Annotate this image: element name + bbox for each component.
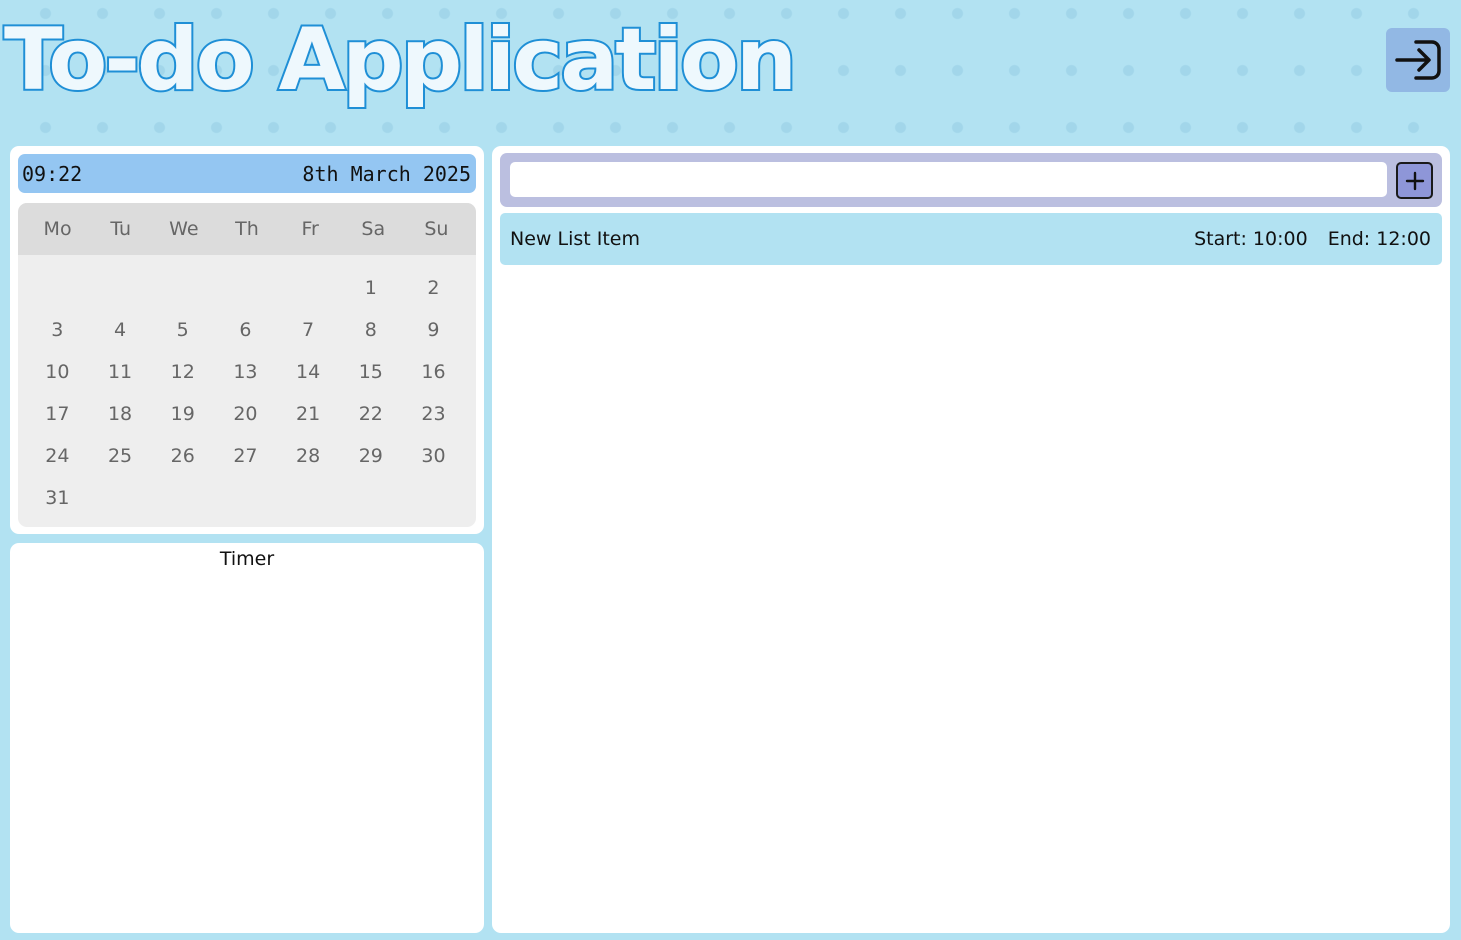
calendar-day[interactable]: 24 (26, 435, 89, 477)
calendar-day[interactable]: 6 (214, 309, 277, 351)
calendar-day[interactable]: 26 (151, 435, 214, 477)
weekday-label: Th (235, 218, 259, 240)
calendar-weekday-header: Mo Tu We Th Fr Sa Su (18, 203, 476, 255)
plus-icon (1405, 171, 1424, 190)
calendar-day[interactable]: 31 (26, 477, 89, 519)
add-item-bar (500, 153, 1442, 207)
calendar-day[interactable]: 13 (214, 351, 277, 393)
calendar-day[interactable]: 16 (402, 351, 465, 393)
calendar-day[interactable]: 20 (214, 393, 277, 435)
calendar-panel: 09:22 8th March 2025 Mo Tu We Th Fr Sa S… (10, 146, 484, 534)
calendar-day[interactable]: 25 (89, 435, 152, 477)
datetime-bar: 09:22 8th March 2025 (18, 154, 476, 193)
calendar-day[interactable]: 12 (151, 351, 214, 393)
calendar-day-grid: 1 2 3 4 5 6 7 8 9 10 11 12 13 14 15 16 17 18 19 20 21 22 23 24 2… (18, 255, 476, 519)
calendar-empty-cell (26, 267, 89, 309)
timer-panel: Timer (10, 543, 484, 933)
calendar-day[interactable]: 11 (89, 351, 152, 393)
weekday-label: Su (424, 218, 449, 240)
calendar-day[interactable]: 5 (151, 309, 214, 351)
calendar-day[interactable]: 3 (26, 309, 89, 351)
calendar-day[interactable]: 10 (26, 351, 89, 393)
calendar-day[interactable]: 28 (277, 435, 340, 477)
todo-list-item[interactable]: New List Item Start: 10:00 End: 12:00 (500, 213, 1442, 265)
calendar-empty-cell (214, 267, 277, 309)
calendar-day[interactable]: 8 (339, 309, 402, 351)
calendar-day[interactable]: 23 (402, 393, 465, 435)
weekday-label: Mo (43, 218, 72, 240)
calendar-day[interactable]: 17 (26, 393, 89, 435)
todo-item-end: End: 12:00 (1327, 228, 1431, 250)
logout-icon (1395, 40, 1441, 80)
calendar-day[interactable]: 22 (339, 393, 402, 435)
weekday-label: Tu (110, 218, 132, 240)
current-date: 8th March 2025 (302, 161, 471, 186)
calendar-day[interactable]: 18 (89, 393, 152, 435)
calendar: Mo Tu We Th Fr Sa Su 1 2 3 4 5 6 7 8 9 10 11 12 13 14… (18, 203, 476, 527)
weekday-label: Fr (301, 218, 319, 240)
timer-title: Timer (219, 548, 275, 570)
calendar-day[interactable]: 4 (89, 309, 152, 351)
calendar-day[interactable]: 21 (277, 393, 340, 435)
calendar-day[interactable]: 19 (151, 393, 214, 435)
calendar-day[interactable]: 2 (402, 267, 465, 309)
current-time: 09:22 (22, 161, 83, 186)
calendar-day[interactable]: 1 (339, 267, 402, 309)
todo-panel: New List Item Start: 10:00 End: 12:00 (492, 146, 1450, 933)
new-item-input[interactable] (510, 162, 1387, 197)
calendar-empty-cell (277, 267, 340, 309)
calendar-day[interactable]: 29 (339, 435, 402, 477)
calendar-day[interactable]: 14 (277, 351, 340, 393)
calendar-day[interactable]: 7 (277, 309, 340, 351)
calendar-day[interactable]: 27 (214, 435, 277, 477)
todo-item-name: New List Item (510, 228, 640, 250)
calendar-empty-cell (151, 267, 214, 309)
calendar-empty-cell (89, 267, 152, 309)
calendar-day[interactable]: 30 (402, 435, 465, 477)
logout-button[interactable] (1386, 28, 1450, 92)
weekday-label: We (169, 218, 199, 240)
app-title: To-do Application (2, 8, 799, 112)
add-item-button[interactable] (1396, 162, 1433, 199)
calendar-day[interactable]: 9 (402, 309, 465, 351)
calendar-day[interactable]: 15 (339, 351, 402, 393)
weekday-label: Sa (361, 218, 386, 240)
todo-item-start: Start: 10:00 (1194, 228, 1308, 250)
